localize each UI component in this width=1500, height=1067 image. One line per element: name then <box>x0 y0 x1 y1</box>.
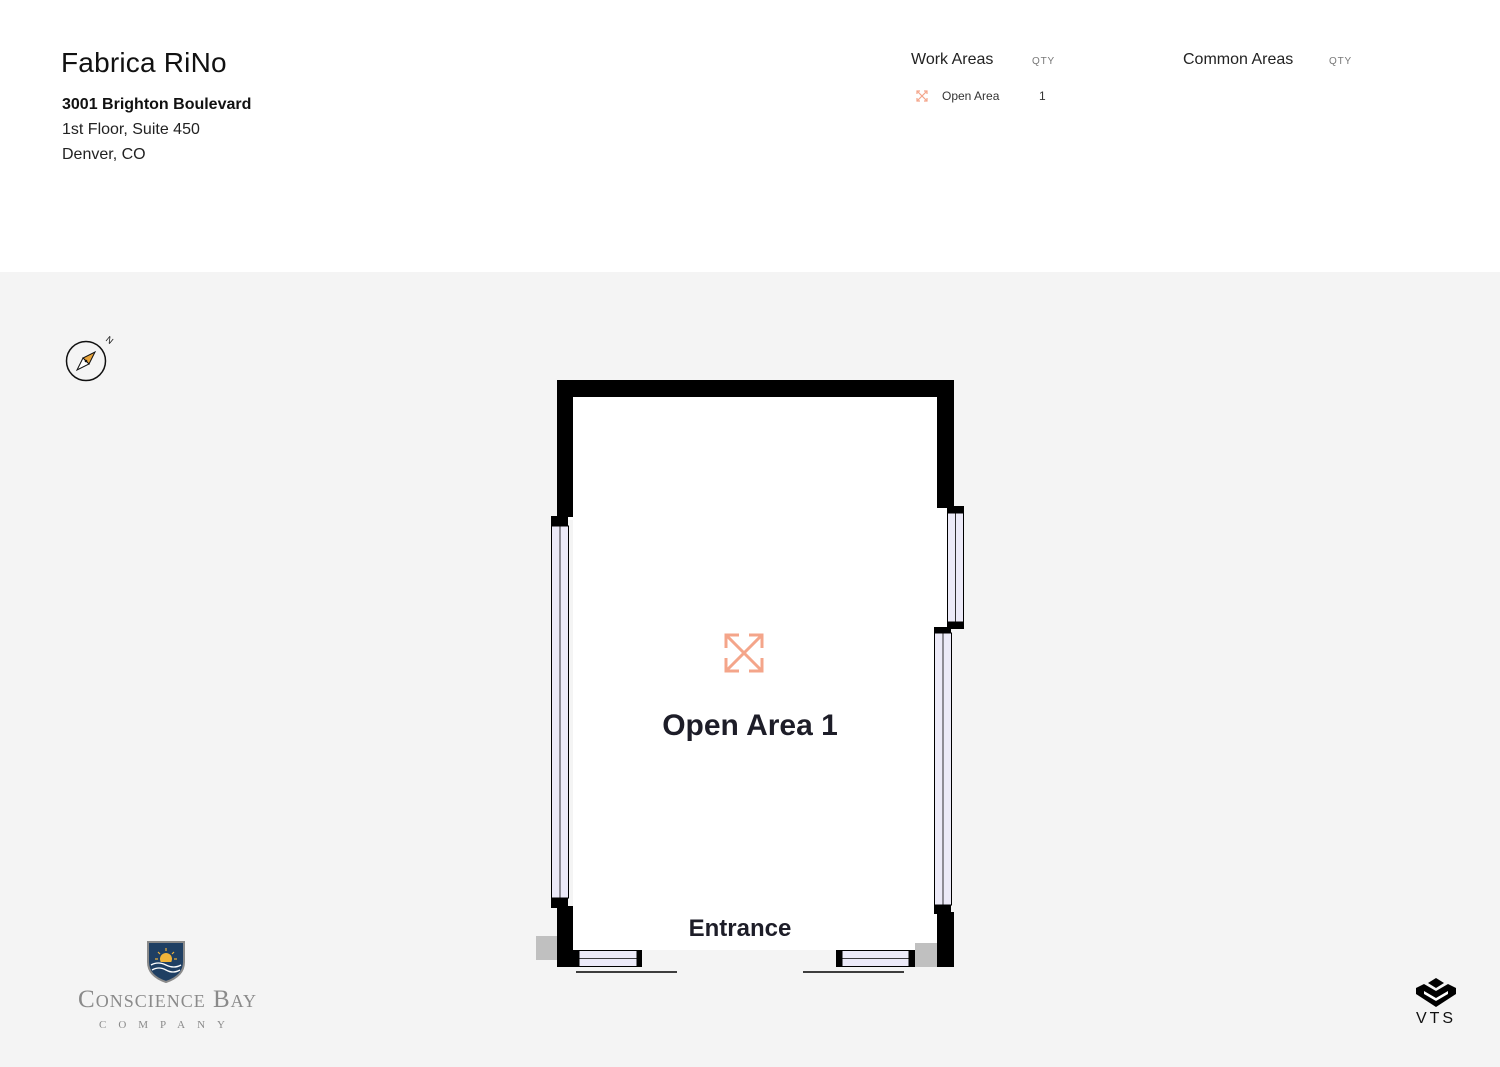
column-right <box>915 943 937 967</box>
shield-icon <box>147 941 185 984</box>
vts-logo: VTS <box>1408 976 1464 1032</box>
company-subtitle: COMPANY <box>98 1019 237 1031</box>
entrance-label: Entrance <box>688 915 792 942</box>
room-floor <box>557 397 947 950</box>
vts-mark-icon <box>1416 978 1456 1007</box>
column-left <box>536 936 557 960</box>
conscience-bay-logo: Conscience Bay COMPANY <box>55 938 280 1038</box>
vts-wordmark: VTS <box>1415 1010 1457 1027</box>
floorplan <box>536 380 964 973</box>
compass-icon: N <box>65 334 115 382</box>
compass-north-label: N <box>104 334 115 346</box>
company-wordmark: Conscience Bay <box>78 986 257 1013</box>
room-label: Open Area 1 <box>662 709 838 742</box>
